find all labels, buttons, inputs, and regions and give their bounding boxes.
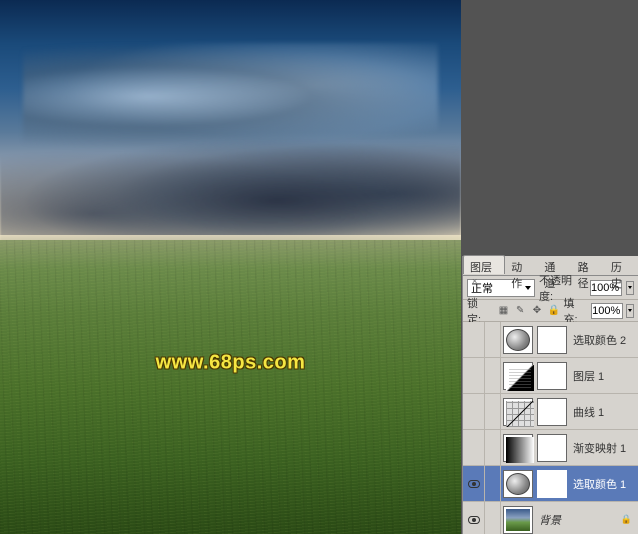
layer-name[interactable]: 选取颜色 1 — [573, 476, 626, 492]
link-column[interactable] — [485, 466, 501, 501]
mask-thumbnail[interactable] — [537, 470, 567, 498]
visibility-toggle[interactable] — [463, 358, 485, 393]
visibility-toggle[interactable] — [463, 394, 485, 429]
adjustment-thumbnail[interactable] — [503, 470, 533, 498]
tab-actions[interactable]: 动作 — [505, 256, 538, 275]
link-column[interactable] — [485, 322, 501, 357]
adjustment-thumbnail[interactable] — [503, 398, 533, 426]
layer-name[interactable]: 图层 1 — [573, 368, 604, 384]
link-column[interactable] — [485, 394, 501, 429]
lock-position-icon[interactable]: ✥ — [530, 304, 544, 318]
levels-icon — [506, 365, 534, 391]
opacity-dropdown-icon[interactable] — [626, 281, 634, 295]
layers-list: 选取颜色 2 图层 1 曲线 1 渐变映射 1 — [463, 322, 638, 534]
layer-row[interactable]: 渐变映射 1 — [463, 430, 638, 466]
tab-channels[interactable]: 通道 — [538, 256, 571, 275]
layer-thumbnail[interactable] — [503, 506, 533, 534]
eye-icon — [468, 480, 480, 488]
adjustment-thumbnail[interactable] — [503, 434, 533, 462]
chevron-down-icon — [525, 286, 531, 290]
layer-row[interactable]: 曲线 1 — [463, 394, 638, 430]
fill-dropdown-icon[interactable] — [626, 304, 634, 318]
lock-paint-icon[interactable]: ✎ — [513, 304, 527, 318]
mask-thumbnail[interactable] — [537, 362, 567, 390]
lock-all-icon[interactable]: 🔒 — [547, 304, 561, 318]
layers-panel: 图层× 动作 通道 路径 历史 正常 不透明度: 100% 锁定: ▦ ✎ ✥ … — [462, 256, 638, 534]
link-column[interactable] — [485, 502, 501, 534]
lock-icon: 🔒 — [621, 514, 632, 525]
layer-name[interactable]: 曲线 1 — [573, 404, 604, 420]
lock-fill-row: 锁定: ▦ ✎ ✥ 🔒 填充: 100% — [463, 300, 638, 322]
tab-history[interactable]: 历史 — [605, 256, 638, 275]
fill-input[interactable]: 100% — [591, 303, 623, 319]
tab-layers-label: 图层 — [470, 262, 492, 274]
visibility-toggle[interactable] — [463, 430, 485, 465]
adjustment-thumbnail[interactable] — [503, 362, 533, 390]
gradient-map-icon — [506, 437, 534, 463]
tab-paths[interactable]: 路径 — [572, 256, 605, 275]
visibility-toggle[interactable] — [463, 322, 485, 357]
link-column[interactable] — [485, 358, 501, 393]
selective-color-icon — [506, 329, 530, 351]
close-icon[interactable]: × — [472, 276, 477, 286]
layer-name[interactable]: 渐变映射 1 — [573, 440, 626, 456]
image-field — [0, 240, 461, 534]
mask-thumbnail[interactable] — [537, 434, 567, 462]
panel-tab-strip: 图层× 动作 通道 路径 历史 — [463, 256, 638, 276]
selective-color-icon — [506, 473, 530, 495]
document-canvas[interactable]: www.68ps.com — [0, 0, 461, 534]
mask-thumbnail[interactable] — [537, 326, 567, 354]
layer-row-background[interactable]: 背景 🔒 — [463, 502, 638, 534]
lock-transparency-icon[interactable]: ▦ — [497, 304, 511, 318]
tab-layers[interactable]: 图层× — [463, 255, 505, 274]
layer-row[interactable]: 选取颜色 1 — [463, 466, 638, 502]
layer-name[interactable]: 选取颜色 2 — [573, 332, 626, 348]
link-column[interactable] — [485, 430, 501, 465]
layer-name[interactable]: 背景 — [539, 512, 561, 528]
visibility-toggle[interactable] — [463, 466, 485, 501]
visibility-toggle[interactable] — [463, 502, 485, 534]
layer-row[interactable]: 选取颜色 2 — [463, 322, 638, 358]
curves-icon — [506, 401, 534, 427]
eye-icon — [468, 516, 480, 524]
mask-thumbnail[interactable] — [537, 398, 567, 426]
layer-row[interactable]: 图层 1 — [463, 358, 638, 394]
adjustment-thumbnail[interactable] — [503, 326, 533, 354]
background-thumb-icon — [506, 509, 530, 531]
